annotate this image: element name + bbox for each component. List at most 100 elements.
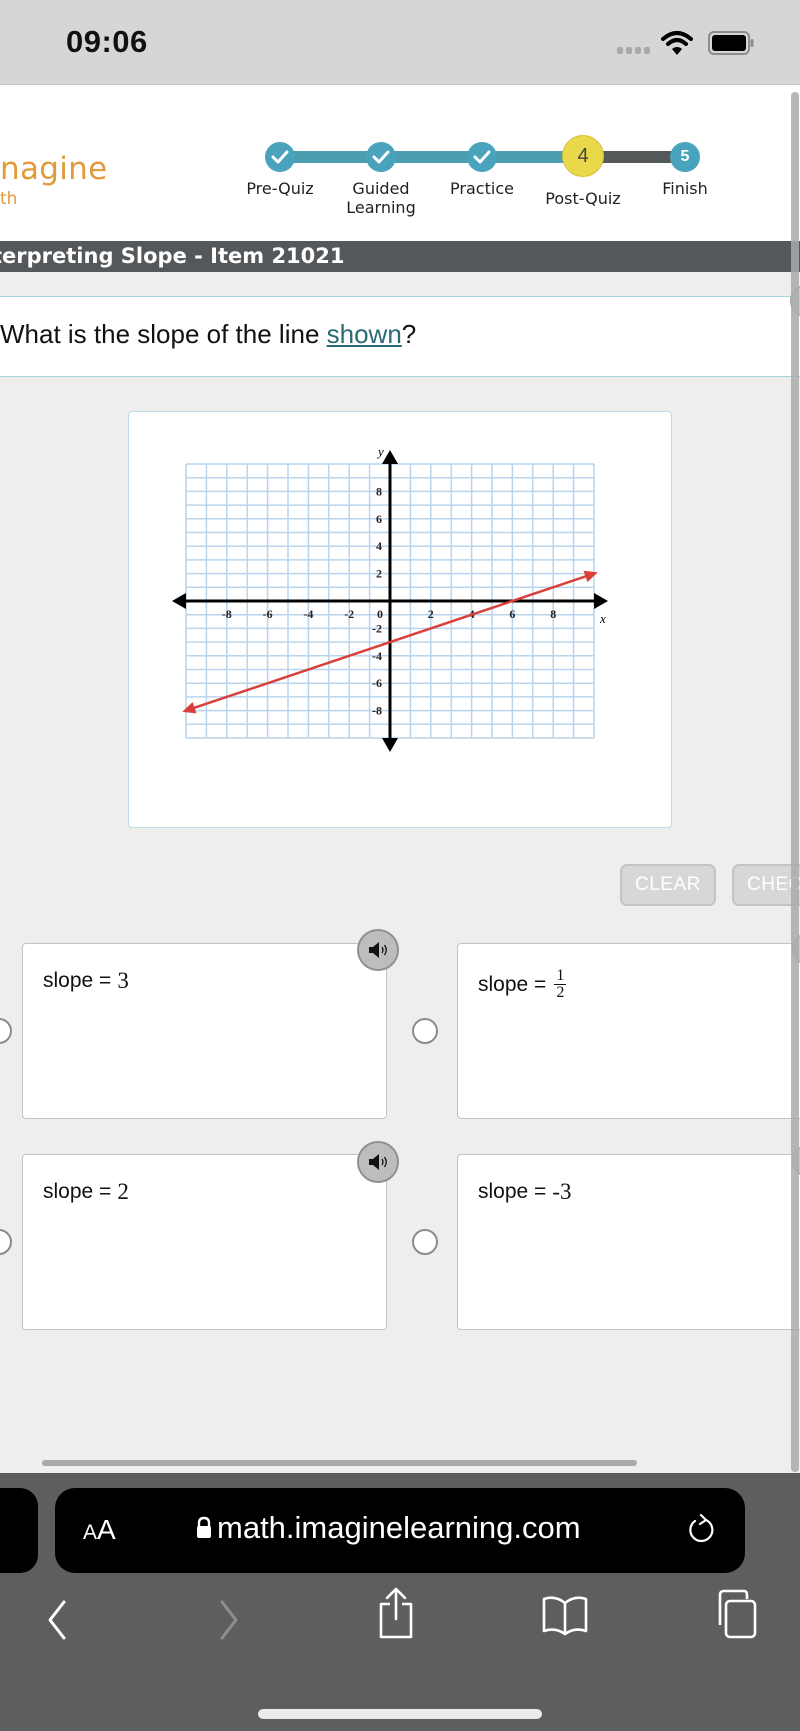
choice-radio-4[interactable]	[412, 1229, 438, 1255]
choice-prefix: slope =	[43, 969, 112, 992]
fraction-numerator: 1	[554, 967, 567, 985]
x-axis-arrow-left	[172, 593, 186, 609]
audio-button-1[interactable]	[357, 929, 399, 971]
question-suffix: ?	[401, 319, 417, 349]
x-tick-label: -2	[344, 607, 354, 621]
choice-text: slope = -3	[478, 1179, 571, 1205]
share-icon[interactable]	[376, 1586, 416, 1640]
choice-radio-3[interactable]	[0, 1229, 12, 1255]
check-button[interactable]: CHECK	[732, 864, 800, 906]
step-number: 5	[680, 148, 690, 165]
audio-button-3[interactable]	[357, 1141, 399, 1183]
y-tick-label: 8	[376, 484, 382, 498]
step-4-post-quiz[interactable]: 4	[562, 135, 604, 177]
x-tick-label: 0	[377, 607, 383, 621]
y-tick-label: -2	[372, 621, 382, 635]
choice-text: slope = 3	[43, 968, 129, 994]
choice-value: 2	[117, 1179, 129, 1204]
axes: xy	[172, 444, 608, 752]
check-icon	[271, 150, 289, 164]
tabs-icon[interactable]	[712, 1589, 758, 1639]
question-panel: What is the slope of the line shown?	[0, 296, 800, 377]
fraction: 1 2	[554, 967, 567, 1001]
y-tick-label: 6	[376, 512, 382, 526]
graph-card: xy -8-6-4-2024688642-2-4-6-8	[128, 411, 672, 828]
y-tick-label: -4	[372, 649, 382, 663]
home-indicator	[258, 1709, 542, 1719]
fraction-denominator: 2	[556, 984, 565, 1001]
choice-prefix: slope =	[478, 972, 547, 996]
forward-icon[interactable]	[214, 1598, 244, 1642]
question-prefix: What is the slope of the line	[0, 319, 327, 349]
url-text: math.imaginelearning.com	[217, 1510, 581, 1545]
choice-prefix: slope =	[478, 1180, 547, 1203]
horizontal-scrollbar[interactable]	[42, 1460, 637, 1466]
y-tick-label: 2	[376, 567, 382, 581]
x-tick-label: 8	[550, 607, 556, 621]
step-3-practice[interactable]	[467, 142, 497, 172]
lock-icon	[197, 1516, 211, 1538]
bookmarks-icon[interactable]	[541, 1593, 589, 1637]
x-tick-label: -4	[303, 607, 313, 621]
step-label-line: Guided	[352, 179, 410, 198]
x-axis-label: x	[599, 611, 606, 626]
clear-button[interactable]: CLEAR	[620, 864, 716, 906]
text-size-small: A	[83, 1521, 98, 1544]
y-axis-arrow-down	[382, 738, 398, 752]
clock: 09:06	[66, 24, 148, 59]
answer-choice-1[interactable]: slope = 3	[22, 943, 387, 1119]
step-number: 4	[577, 144, 589, 167]
back-icon[interactable]	[42, 1598, 72, 1642]
glossary-link[interactable]: shown	[327, 319, 402, 349]
address-bar[interactable]: AA math.imaginelearning.com	[55, 1488, 745, 1573]
lesson-title: terpreting Slope - Item 21021	[0, 244, 345, 268]
speaker-icon	[369, 1154, 387, 1170]
step-label: Post-Quiz	[545, 189, 621, 208]
answer-choice-2[interactable]: slope = 1 2	[457, 943, 800, 1119]
step-5-finish[interactable]: 5	[670, 142, 700, 172]
choice-radio-1[interactable]	[0, 1018, 12, 1044]
choice-text: slope = 1 2	[478, 967, 567, 1001]
step-label-line: Learning	[346, 198, 416, 217]
step-2-guided-learning[interactable]	[366, 142, 396, 172]
choice-value: -3	[552, 1179, 572, 1204]
check-icon	[473, 150, 491, 164]
y-tick-label: 4	[376, 539, 382, 553]
x-tick-label: -8	[222, 607, 232, 621]
answer-choice-4[interactable]: slope = -3	[457, 1154, 800, 1330]
browser-toolbar: AA math.imaginelearning.com	[0, 1473, 800, 1731]
url-display[interactable]: math.imaginelearning.com	[195, 1510, 581, 1546]
x-tick-label: -6	[263, 607, 273, 621]
check-icon	[372, 150, 390, 164]
x-axis-arrow-right	[594, 593, 608, 609]
y-axis-label: y	[376, 444, 384, 459]
choice-prefix: slope =	[43, 1180, 112, 1203]
y-axis-arrow-up	[382, 450, 398, 464]
reload-icon[interactable]	[683, 1512, 719, 1548]
stepper-line-complete	[280, 151, 583, 163]
choice-value: 3	[117, 968, 129, 993]
vertical-scrollbar[interactable]	[791, 92, 799, 1472]
text-size-button[interactable]: AA	[83, 1514, 116, 1546]
status-bar: 09:06	[0, 0, 800, 85]
choice-radio-2[interactable]	[412, 1018, 438, 1044]
speaker-icon	[369, 942, 387, 958]
step-label: Finish	[662, 179, 708, 198]
battery-icon	[708, 31, 754, 55]
x-tick-label: 6	[509, 607, 515, 621]
y-tick-label: -6	[372, 676, 382, 690]
question-text: What is the slope of the line shown?	[0, 319, 416, 350]
y-tick-label: -8	[372, 704, 382, 718]
logo-subtitle: th	[0, 189, 18, 209]
series-arrow-start	[182, 702, 197, 714]
previous-tab-pill[interactable]	[0, 1488, 38, 1573]
app-header: nagine th 4 5 Pre-Quiz Guided Learning P…	[0, 85, 800, 241]
choice-text: slope = 2	[43, 1179, 129, 1205]
step-label: Practice	[450, 179, 514, 198]
answer-choice-3[interactable]: slope = 2	[22, 1154, 387, 1330]
step-1-pre-quiz[interactable]	[265, 142, 295, 172]
step-label: Pre-Quiz	[246, 179, 314, 198]
series-arrow-end	[583, 570, 598, 583]
wifi-icon	[661, 31, 693, 55]
lesson-title-bar: terpreting Slope - Item 21021	[0, 241, 800, 272]
